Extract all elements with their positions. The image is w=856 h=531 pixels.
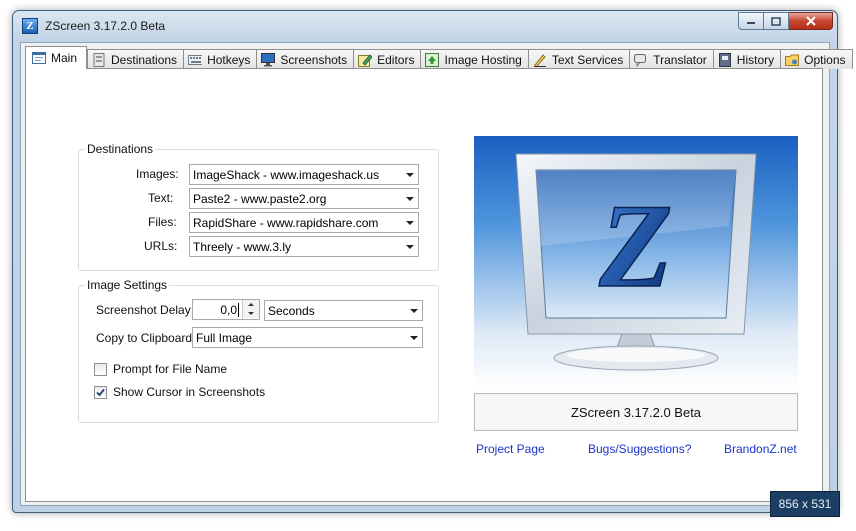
- window-title: ZScreen 3.17.2.0 Beta: [45, 19, 166, 33]
- text-caret: [238, 303, 239, 317]
- tab-main[interactable]: Main: [25, 46, 88, 69]
- files-label: Files:: [148, 215, 177, 229]
- destinations-legend: Destinations: [85, 142, 156, 156]
- app-window: Z ZScreen 3.17.2.0 Beta Main Destination…: [12, 10, 853, 513]
- chevron-down-icon: [405, 328, 422, 347]
- minimize-button[interactable]: [738, 12, 764, 30]
- tab-hotkeys[interactable]: Hotkeys: [183, 49, 257, 69]
- tab-image-hosting[interactable]: Image Hosting: [420, 49, 528, 69]
- tab-label: Image Hosting: [444, 52, 522, 67]
- version-text: ZScreen 3.17.2.0 Beta: [570, 404, 702, 420]
- zscreen-app-icon: Z: [22, 18, 38, 34]
- prompt-file-name-checkbox[interactable]: Prompt for File Name: [94, 362, 227, 376]
- prompt-file-name-label: Prompt for File Name: [113, 362, 228, 376]
- main-page-icon: [32, 51, 46, 65]
- tab-text-services[interactable]: Text Services: [527, 49, 630, 69]
- speech-bubble-icon: [634, 53, 648, 67]
- logo-z-letter: Z: [598, 179, 672, 312]
- monitor-logo-icon: Z: [515, 153, 757, 371]
- copy-to-clipboard-select[interactable]: Full Image: [192, 327, 423, 348]
- copy-to-clipboard-label: Copy to Clipboard:: [96, 331, 196, 345]
- tab-label: Text Services: [551, 52, 624, 67]
- delay-unit-select[interactable]: Seconds: [264, 300, 423, 321]
- chevron-down-icon: [401, 213, 418, 232]
- chevron-down-icon: [405, 301, 422, 320]
- screenshot-delay-label: Screenshot Delay:: [96, 303, 195, 317]
- images-destination-select[interactable]: ImageShack - www.imageshack.us: [189, 164, 419, 185]
- close-icon: [805, 16, 816, 26]
- urls-destination-value: Threely - www.3.ly: [193, 240, 292, 254]
- chevron-down-icon: [401, 189, 418, 208]
- images-destination-value: ImageShack - www.imageshack.us: [193, 168, 380, 182]
- delay-unit-value: Seconds: [268, 304, 315, 318]
- monitor-icon: [261, 52, 276, 67]
- urls-label: URLs:: [144, 239, 178, 253]
- copy-to-clipboard-value: Full Image: [196, 331, 253, 345]
- tab-label: Main: [51, 51, 78, 65]
- caption-buttons: [738, 12, 833, 30]
- bugs-suggestions-link[interactable]: Bugs/Suggestions?: [588, 442, 691, 456]
- image-settings-legend: Image Settings: [85, 278, 170, 292]
- tab-translator[interactable]: Translator: [629, 49, 713, 69]
- version-display: ZScreen 3.17.2.0 Beta: [474, 393, 798, 431]
- tab-editors[interactable]: Editors: [353, 49, 421, 69]
- destinations-icon: [92, 52, 106, 67]
- tab-strip: Main Destinations Hotkeys Screenshots Ed…: [25, 46, 853, 69]
- maximize-button[interactable]: [764, 12, 789, 30]
- text-destination-value: Paste2 - www.paste2.org: [193, 192, 327, 206]
- brandonz-link[interactable]: BrandonZ.net: [724, 442, 797, 456]
- screenshot-delay-value: 0,0: [220, 303, 237, 317]
- tab-history[interactable]: History: [712, 49, 781, 69]
- size-badge: 856 x 531: [770, 491, 840, 517]
- files-destination-value: RapidShare - www.rapidshare.com: [193, 216, 379, 230]
- project-page-link[interactable]: Project Page: [476, 442, 545, 456]
- main-tab-page: Destinations Images: ImageShack - www.im…: [25, 68, 823, 502]
- editor-pencil-icon: [358, 53, 373, 67]
- options-folder-icon: [785, 53, 800, 67]
- tab-label: Translator: [653, 52, 707, 67]
- images-label: Images:: [136, 167, 179, 181]
- zscreen-logo-image: Z: [474, 136, 798, 388]
- urls-destination-select[interactable]: Threely - www.3.ly: [189, 236, 419, 257]
- tab-label: Screenshots: [280, 52, 348, 67]
- tab-label: Hotkeys: [207, 52, 251, 67]
- history-book-icon: [718, 52, 732, 67]
- checkbox-box: [94, 385, 107, 399]
- keyboard-icon: [188, 53, 203, 67]
- tab-label: Destinations: [111, 52, 178, 67]
- stepper-buttons: [242, 300, 259, 319]
- title-bar[interactable]: Z ZScreen 3.17.2.0 Beta: [13, 11, 837, 41]
- image-upload-icon: [425, 52, 440, 67]
- stepper-down-button[interactable]: [243, 309, 259, 318]
- tab-label: Editors: [377, 52, 415, 67]
- text-pen-icon: [533, 53, 547, 67]
- arrow-up-icon: [248, 303, 254, 306]
- chevron-down-icon: [401, 165, 418, 184]
- show-cursor-label: Show Cursor in Screenshots: [113, 385, 266, 399]
- maximize-icon: [771, 16, 781, 26]
- checkbox-box: [94, 362, 107, 376]
- show-cursor-checkbox[interactable]: Show Cursor in Screenshots: [94, 385, 265, 399]
- tab-screenshots[interactable]: Screenshots: [256, 49, 354, 69]
- chevron-down-icon: [401, 237, 418, 256]
- check-mark-icon: [96, 388, 105, 396]
- tab-destinations[interactable]: Destinations: [87, 49, 184, 69]
- minimize-icon: [747, 22, 755, 24]
- screenshot-delay-stepper[interactable]: 0,0: [192, 299, 260, 320]
- text-label: Text:: [148, 191, 174, 205]
- stepper-up-button[interactable]: [243, 300, 259, 309]
- tab-label: Options: [804, 52, 846, 67]
- client-area: Main Destinations Hotkeys Screenshots Ed…: [20, 42, 853, 506]
- text-destination-select[interactable]: Paste2 - www.paste2.org: [189, 188, 419, 209]
- arrow-down-icon: [248, 312, 254, 315]
- files-destination-select[interactable]: RapidShare - www.rapidshare.com: [189, 212, 419, 233]
- tab-label: History: [736, 52, 775, 67]
- tab-options[interactable]: Options: [780, 49, 853, 69]
- close-button[interactable]: [789, 12, 833, 30]
